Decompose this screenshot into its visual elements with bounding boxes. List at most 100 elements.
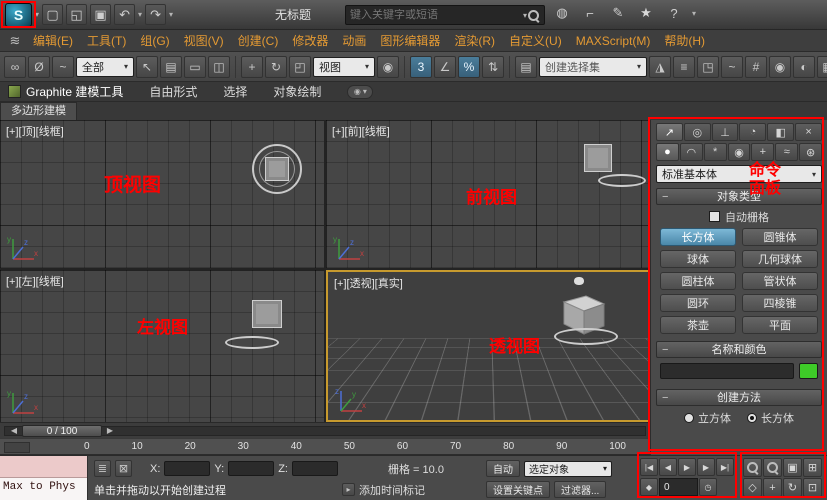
scene-explorer-icon[interactable]: ≋ <box>4 33 26 49</box>
tab-modify[interactable]: ◎ <box>684 123 711 141</box>
set-key-button[interactable]: 设置关键点 <box>486 481 550 498</box>
rollout-name-color[interactable]: − 名称和颜色 <box>656 341 822 358</box>
creation-method-cube[interactable]: 立方体 <box>684 410 731 426</box>
render-setup-icon[interactable]: ◐ <box>793 56 815 78</box>
time-tag[interactable]: ▸ 添加时间标记 <box>342 480 425 499</box>
bind-to-spacewarp-icon[interactable]: ~ <box>52 56 74 78</box>
viewport-top[interactable]: [+][顶][线框] x y z <box>0 120 324 268</box>
zoom-extents-icon[interactable]: ▣ <box>783 458 802 477</box>
viewport-front[interactable]: [+][前][线框] x y z <box>326 120 650 268</box>
key-filters-button[interactable]: 过滤器... <box>554 481 606 498</box>
objtype-torus-button[interactable]: 圆环 <box>660 294 736 312</box>
select-object-icon[interactable]: ↖ <box>136 56 158 78</box>
zoom-extents-all-icon[interactable]: ⊞ <box>803 458 822 477</box>
select-and-scale-icon[interactable]: ◰ <box>289 56 311 78</box>
app-logo-button[interactable]: S <box>5 3 32 27</box>
menu-item-modifiers[interactable]: 修改器 <box>285 30 335 52</box>
field-of-view-icon[interactable]: ◇ <box>743 478 762 497</box>
align-icon[interactable]: ≡ <box>673 56 695 78</box>
play-button[interactable]: ▶ <box>678 458 696 476</box>
time-slider[interactable]: ◀ 0 / 100 ▶ <box>0 422 650 438</box>
spinner-snap-icon[interactable]: ⇅ <box>482 56 504 78</box>
menu-item-maxscript[interactable]: MAXScript(M) <box>569 30 658 52</box>
objtype-teapot-button[interactable]: 茶壶 <box>660 316 736 334</box>
menu-item-animation[interactable]: 动画 <box>335 30 373 52</box>
reference-coordinate-dropdown[interactable]: 视图 ▾ <box>313 57 375 77</box>
category-spacewarps-icon[interactable]: ≈ <box>775 143 798 161</box>
ribbon-tab-graphite[interactable]: Graphite 建模工具 <box>8 83 123 100</box>
current-frame-field[interactable]: 0 <box>659 478 698 496</box>
selection-set-dropdown[interactable]: 选定对象 ▾ <box>524 461 612 477</box>
z-coordinate-field[interactable] <box>292 461 338 476</box>
selection-filter-dropdown[interactable]: 全部 ▾ <box>76 57 134 77</box>
menu-item-customize[interactable]: 自定义(U) <box>502 30 569 52</box>
tab-display[interactable]: ◧ <box>767 123 794 141</box>
go-to-start-button[interactable]: |◀ <box>640 458 658 476</box>
schematic-view-icon[interactable]: # <box>745 56 767 78</box>
category-shapes-icon[interactable]: ◠ <box>680 143 703 161</box>
curve-editor-icon[interactable]: ~ <box>721 56 743 78</box>
viewport-perspective[interactable]: [+][透视][真实] x z y <box>326 270 650 422</box>
ribbon-tab-object-paint[interactable]: 对象绘制 <box>273 83 321 100</box>
time-forward-arrow-icon[interactable]: ▶ <box>104 426 116 436</box>
objtype-sphere-button[interactable]: 球体 <box>660 250 736 268</box>
objtype-tube-button[interactable]: 管状体 <box>742 272 818 290</box>
search-icon[interactable] <box>527 9 540 22</box>
auto-key-button[interactable]: 自动 <box>486 460 520 477</box>
ribbon-minimize-button[interactable]: ◉ ▾ <box>347 85 373 99</box>
angle-snap-icon[interactable]: ∠ <box>434 56 456 78</box>
track-bar[interactable]: 0 10 20 30 40 50 60 70 80 90 100 <box>0 438 650 455</box>
menu-item-tools[interactable]: 工具(T) <box>80 30 133 52</box>
named-selection-dropdown[interactable]: 创建选择集 ▾ <box>539 57 647 77</box>
new-scene-icon[interactable]: ▢ <box>42 4 63 25</box>
selection-region-icon[interactable]: ▭ <box>184 56 206 78</box>
redo-icon[interactable]: ↷ <box>145 4 166 25</box>
tab-motion[interactable]: ◔ <box>739 123 766 141</box>
next-frame-button[interactable]: ▶ <box>697 458 715 476</box>
rollout-object-type[interactable]: − 对象类型 <box>656 188 822 205</box>
favorites-star-icon[interactable]: ★ <box>636 3 656 23</box>
viewport-perspective-label[interactable]: [+][透视][真实] <box>334 275 403 291</box>
tab-utilities[interactable]: × <box>795 123 822 141</box>
menu-item-edit[interactable]: 编辑(E) <box>26 30 80 52</box>
license-key-icon[interactable]: ⌐ <box>580 3 600 23</box>
objtype-geosphere-button[interactable]: 几何球体 <box>742 250 818 268</box>
category-cameras-icon[interactable]: ◉ <box>728 143 751 161</box>
help-chevron-icon[interactable]: ▾ <box>692 9 696 18</box>
menu-item-group[interactable]: 组(G) <box>133 30 176 52</box>
tab-create[interactable]: ↗ <box>656 123 683 141</box>
open-file-icon[interactable]: ◱ <box>66 4 87 25</box>
selection-lock-icon[interactable]: ≣ <box>94 460 111 477</box>
x-coordinate-field[interactable] <box>164 461 210 476</box>
viewport-left[interactable]: [+][左][线框] x y z <box>0 270 324 422</box>
listener-output-pane[interactable]: Max to Phys <box>0 478 87 500</box>
menu-item-rendering[interactable]: 渲染(R) <box>447 30 502 52</box>
undo-chevron-icon[interactable]: ▾ <box>138 10 142 19</box>
object-color-swatch[interactable] <box>799 363 818 379</box>
window-crossing-icon[interactable]: ◫ <box>208 56 230 78</box>
use-pivot-center-icon[interactable]: ◉ <box>377 56 399 78</box>
primitive-category-dropdown[interactable]: 标准基本体 ▾ <box>656 165 822 183</box>
objtype-plane-button[interactable]: 平面 <box>742 316 818 334</box>
search-input[interactable] <box>350 9 523 21</box>
help-icon[interactable]: ? <box>664 3 684 23</box>
objtype-cone-button[interactable]: 圆锥体 <box>742 228 818 246</box>
pan-icon[interactable]: + <box>763 478 782 497</box>
rendered-frame-icon[interactable]: ▦ <box>817 56 827 78</box>
time-slider-handle[interactable]: 0 / 100 <box>22 425 102 437</box>
redo-chevron-icon[interactable]: ▾ <box>169 10 173 19</box>
category-lights-icon[interactable]: * <box>704 143 727 161</box>
menu-item-graph-editors[interactable]: 图形编辑器 <box>373 30 447 52</box>
y-coordinate-field[interactable] <box>228 461 274 476</box>
absolute-mode-icon[interactable]: ⊠ <box>115 460 132 477</box>
category-systems-icon[interactable]: ⊛ <box>799 143 822 161</box>
go-to-end-button[interactable]: ▶| <box>716 458 734 476</box>
undo-icon[interactable]: ↶ <box>114 4 135 25</box>
menu-item-create[interactable]: 创建(C) <box>231 30 286 52</box>
menu-item-views[interactable]: 视图(V) <box>177 30 231 52</box>
rollout-creation-method[interactable]: − 创建方法 <box>656 389 822 406</box>
layer-manager-icon[interactable]: ◳ <box>697 56 719 78</box>
zoom-all-icon[interactable] <box>763 458 782 477</box>
objtype-box-button[interactable]: 长方体 <box>660 228 736 246</box>
maxscript-mini-listener[interactable]: Max to Phys <box>0 456 88 500</box>
